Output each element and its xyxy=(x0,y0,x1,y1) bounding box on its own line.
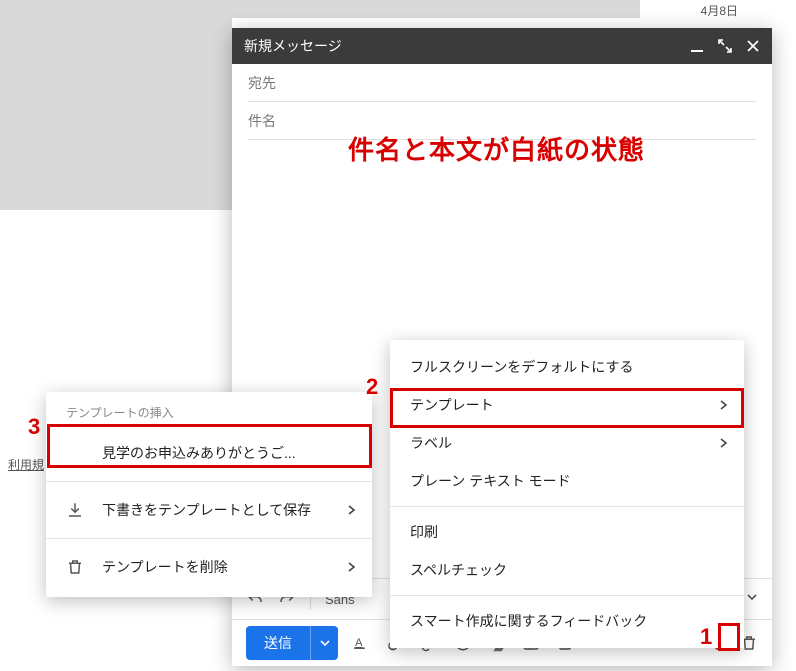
menu-label: フルスクリーンをデフォルトにする xyxy=(410,357,633,377)
compose-title: 新規メッセージ xyxy=(244,36,690,56)
annotation-num-1: 1 xyxy=(700,624,712,650)
send-button[interactable]: 送信 xyxy=(246,626,338,660)
annotation-num-2: 2 xyxy=(366,374,378,400)
bg-preview-pane xyxy=(0,18,232,210)
fullscreen-icon[interactable] xyxy=(718,39,732,53)
menu-separator xyxy=(46,538,372,539)
minimize-icon[interactable] xyxy=(690,39,704,53)
menu-label: スマート作成に関するフィードバック xyxy=(410,611,647,631)
template-submenu-header: テンプレートの挿入 xyxy=(46,402,372,431)
menu-label: 下書きをテンプレートとして保存 xyxy=(102,500,311,520)
menu-item-smartcompose-feedback[interactable]: スマート作成に関するフィードバック xyxy=(390,602,744,640)
trash-icon xyxy=(66,558,84,576)
text-format-icon[interactable]: A xyxy=(352,634,370,652)
menu-item-templates[interactable]: テンプレート xyxy=(390,386,744,424)
menu-label: テンプレートを削除 xyxy=(102,557,228,577)
menu-item-fullscreen-default[interactable]: フルスクリーンをデフォルトにする xyxy=(390,348,744,386)
message-date: 4月8日 xyxy=(701,2,738,19)
menu-label: 印刷 xyxy=(410,522,438,542)
chevron-right-icon xyxy=(348,505,356,515)
template-submenu: テンプレートの挿入 見学のお申込みありがとうご... 下書きをテンプレートとして… xyxy=(46,392,372,597)
chevron-right-icon xyxy=(720,400,728,410)
compose-header: 新規メッセージ xyxy=(232,28,772,64)
chevron-down-icon[interactable] xyxy=(746,591,758,603)
annotation-blank: 件名と本文が白紙の状態 xyxy=(348,130,645,167)
menu-item-print[interactable]: 印刷 xyxy=(390,513,744,551)
template-delete-item[interactable]: テンプレートを削除 xyxy=(46,545,372,589)
menu-label: スペルチェック xyxy=(410,560,507,580)
menu-item-plaintext[interactable]: プレーン テキスト モード xyxy=(390,462,744,500)
to-field[interactable]: 宛先 xyxy=(248,64,756,102)
menu-separator xyxy=(46,481,372,482)
template-save-item[interactable]: 下書きをテンプレートとして保存 xyxy=(46,488,372,532)
menu-label: プレーン テキスト モード xyxy=(410,471,571,491)
menu-item-spellcheck[interactable]: スペルチェック xyxy=(390,551,744,589)
chevron-right-icon xyxy=(720,438,728,448)
menu-label: テンプレート xyxy=(410,395,494,415)
menu-separator xyxy=(390,595,744,596)
menu-label: 見学のお申込みありがとうご... xyxy=(102,443,296,463)
menu-separator xyxy=(390,506,744,507)
close-icon[interactable] xyxy=(746,39,760,53)
send-more-icon[interactable] xyxy=(310,626,338,660)
bg-strip xyxy=(0,0,640,18)
annotation-num-3: 3 xyxy=(28,414,40,440)
terms-link[interactable]: 利用規 xyxy=(8,456,44,473)
template-insert-item[interactable]: 見学のお申込みありがとうご... xyxy=(46,431,372,475)
download-icon xyxy=(66,501,84,519)
menu-label: ラベル xyxy=(410,433,452,453)
menu-item-labels[interactable]: ラベル xyxy=(390,424,744,462)
send-label[interactable]: 送信 xyxy=(246,626,310,660)
svg-text:A: A xyxy=(355,637,363,649)
chevron-right-icon xyxy=(348,562,356,572)
more-options-menu: フルスクリーンをデフォルトにする テンプレート ラベル プレーン テキスト モー… xyxy=(390,340,744,648)
